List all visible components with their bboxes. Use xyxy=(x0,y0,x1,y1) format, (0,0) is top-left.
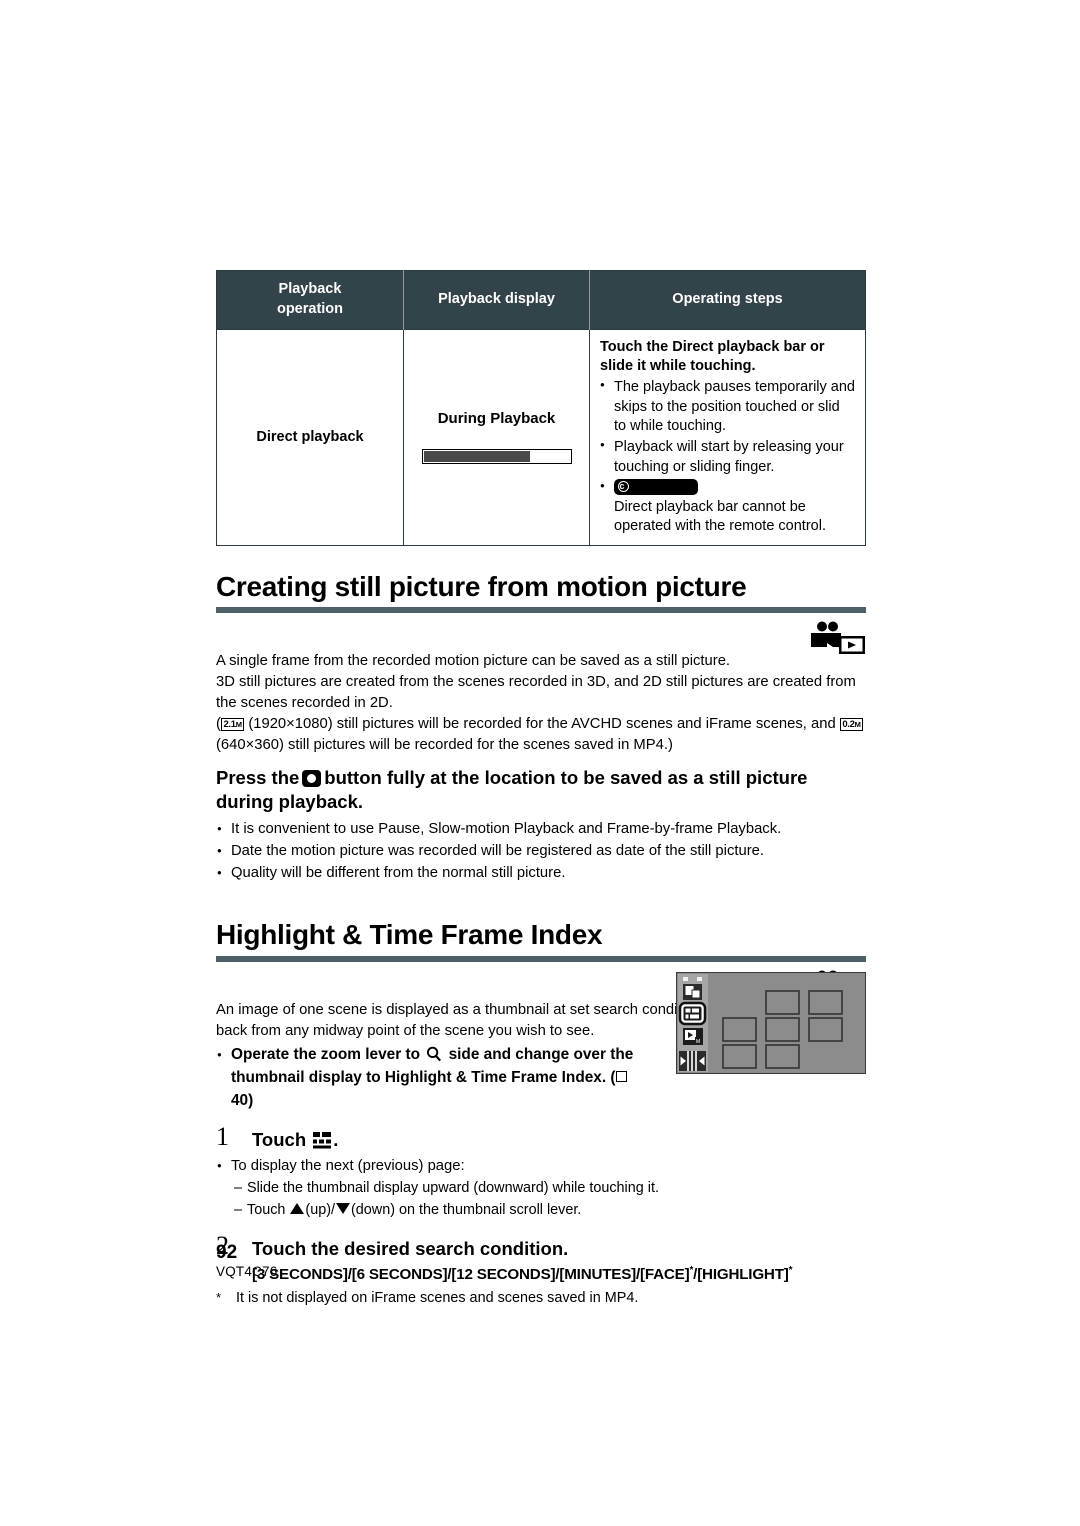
page-content: Playback operation Playback display Oper… xyxy=(216,270,866,1308)
table-row: Direct playback During Playback Touch th… xyxy=(216,329,866,546)
search-conditions: [3 SECONDS]/[6 SECONDS]/[12 SECONDS]/[MI… xyxy=(252,1265,690,1283)
document-id: VQT4C76 xyxy=(216,1263,278,1279)
step-1-title-prefix: Touch xyxy=(252,1128,307,1150)
badge-21m-unit: M xyxy=(235,720,242,730)
manual-page: Playback operation Playback display Oper… xyxy=(0,0,1080,1526)
section1-bullet: Quality will be different from the norma… xyxy=(216,862,866,884)
remote-control-badge-icon: c xyxy=(614,478,698,495)
thumbnail-index-icon xyxy=(313,1131,332,1149)
sub2-up: (up)/ xyxy=(305,1202,335,1219)
triangle-up-icon xyxy=(290,1203,305,1215)
header-line-1: Playback xyxy=(278,281,342,297)
step-1-bullet: To display the next (previous) page: xyxy=(216,1155,856,1177)
badge-02m-unit: M xyxy=(854,720,861,730)
table-header-row: Playback operation Playback display Oper… xyxy=(216,270,866,330)
triangle-down-icon xyxy=(336,1203,350,1215)
operating-step-bullet: Playback will start by releasing your to… xyxy=(600,437,855,477)
section1-icon-row xyxy=(216,613,866,655)
instruction-prefix: Press the xyxy=(216,767,300,789)
page-footer: 92 VQT4C76 xyxy=(216,1243,277,1279)
footnote-text: It is not displayed on iFrame scenes and… xyxy=(236,1289,639,1306)
step-1-bullets: To display the next (previous) page: xyxy=(216,1155,856,1177)
svg-text:M: M xyxy=(696,1039,700,1045)
scroll-lever-icon xyxy=(679,1051,706,1072)
step-2: 2 Touch the desired search condition. [3… xyxy=(216,1231,856,1308)
section1-bullet: It is convenient to use Pause, Slow-moti… xyxy=(216,818,866,840)
badge-2-1m-icon: 2.1M xyxy=(220,718,245,732)
cell-operating-steps: Touch the Direct playback bar or slide i… xyxy=(589,329,866,546)
search-condition-list: [3 SECONDS]/[6 SECONDS]/[12 SECONDS]/[MI… xyxy=(252,1265,856,1283)
footnote-star: * xyxy=(216,1289,222,1305)
condition-star-highlight: * xyxy=(788,1264,793,1276)
during-playback-label: During Playback xyxy=(437,410,556,428)
cell-playback-display: During Playback xyxy=(403,329,590,546)
operating-steps-heading: Touch the Direct playback bar or slide i… xyxy=(600,339,825,375)
camcorder-playback-icon xyxy=(811,621,865,655)
step-1: 1 Touch . To display the nex xyxy=(216,1122,856,1222)
playback-mode-icon: M xyxy=(683,1028,703,1046)
step-1-sub-item-scroll: Touch (up)/ (down) on the thumbnail scrol… xyxy=(234,1199,856,1222)
table-header-operating-steps: Operating steps xyxy=(589,270,866,330)
operating-step-bullet: The playback pauses temporarily and skip… xyxy=(600,377,855,436)
highlight-time-frame-index-icon xyxy=(678,1002,707,1026)
magnifier-icon xyxy=(427,1046,442,1062)
operating-steps-bullets: The playback pauses temporarily and skip… xyxy=(600,377,855,537)
copy-icon xyxy=(683,984,702,1001)
step-1-number: 1 xyxy=(216,1121,229,1151)
step-1-sub-list: Slide the thumbnail display upward (down… xyxy=(216,1177,856,1222)
step-1-title: Touch . xyxy=(252,1129,856,1151)
section-creating-still-picture: Creating still picture from motion pictu… xyxy=(216,570,866,885)
page-number: 92 xyxy=(216,1242,238,1263)
section1-paragraph-1: A single frame from the recorded motion … xyxy=(216,653,731,670)
badge-0-2m-icon: 0.2M xyxy=(839,718,864,732)
header-line-2: operation xyxy=(276,300,344,317)
badge-02m-number: 0.2 xyxy=(842,719,855,731)
search-conditions-tail: /[HIGHLIGHT] xyxy=(693,1265,789,1283)
playback-operation-table: Playback operation Playback display Oper… xyxy=(216,270,866,546)
section2-zoom-bullet: Operate the zoom lever to side and chang… xyxy=(216,1044,651,1112)
section1-bullets: It is convenient to use Pause, Slow-moti… xyxy=(216,818,866,885)
sub2-prefix: Touch xyxy=(247,1202,286,1219)
step-1-title-suffix: . xyxy=(333,1128,339,1150)
sub2-down: (down) on the thumbnail scroll lever. xyxy=(351,1202,582,1219)
cell-operation-name: Direct playback xyxy=(216,329,404,546)
para3-end: (640×360) still pictures will be recorde… xyxy=(216,737,673,754)
step-1-sub-item: Slide the thumbnail display upward (down… xyxy=(234,1177,856,1200)
table-header-playback-display: Playback display xyxy=(403,270,590,330)
step-2-footnote: * It is not displayed on iFrame scenes an… xyxy=(216,1288,856,1308)
page-reference-icon xyxy=(615,1070,627,1082)
zoom-bullet-ref: 40) xyxy=(231,1091,254,1109)
remote-badge-glyph: c xyxy=(619,481,625,492)
record-button-icon xyxy=(302,770,322,788)
section1-bullet: Date the motion picture was recorded wil… xyxy=(216,840,866,862)
para3-mid: (1920×1080) still pictures will be recor… xyxy=(244,716,840,733)
direct-playback-bar xyxy=(421,449,572,465)
section1-paragraph-3: (2.1M (1920×1080) still pictures will be… xyxy=(216,714,866,756)
table-header-playback-operation: Playback operation xyxy=(216,270,404,330)
page-title-highlight-time-frame-index: Highlight & Time Frame Index xyxy=(216,919,603,951)
section-highlight-time-frame-index: Highlight & Time Frame Index M An image … xyxy=(216,920,866,1308)
step-2-title: Touch the desired search condition. xyxy=(252,1237,569,1259)
zoom-bullet-prefix: Operate the zoom lever to xyxy=(231,1046,421,1064)
section1-paragraph-2: 3D still pictures are created from the s… xyxy=(216,674,856,712)
section1-instruction: Press the button fully at the location to… xyxy=(216,766,866,813)
direct-playback-bar-fill xyxy=(423,451,531,463)
badge-21m-number: 2.1 xyxy=(223,719,236,731)
operating-step-bullet-remote: c Direct playback bar cannot be operated… xyxy=(600,478,855,537)
thumbnail-index-screen: M xyxy=(676,972,866,1075)
remote-control-note: Direct playback bar cannot be operated w… xyxy=(614,499,826,535)
page-title-creating-still-picture: Creating still picture from motion pictu… xyxy=(216,570,747,602)
